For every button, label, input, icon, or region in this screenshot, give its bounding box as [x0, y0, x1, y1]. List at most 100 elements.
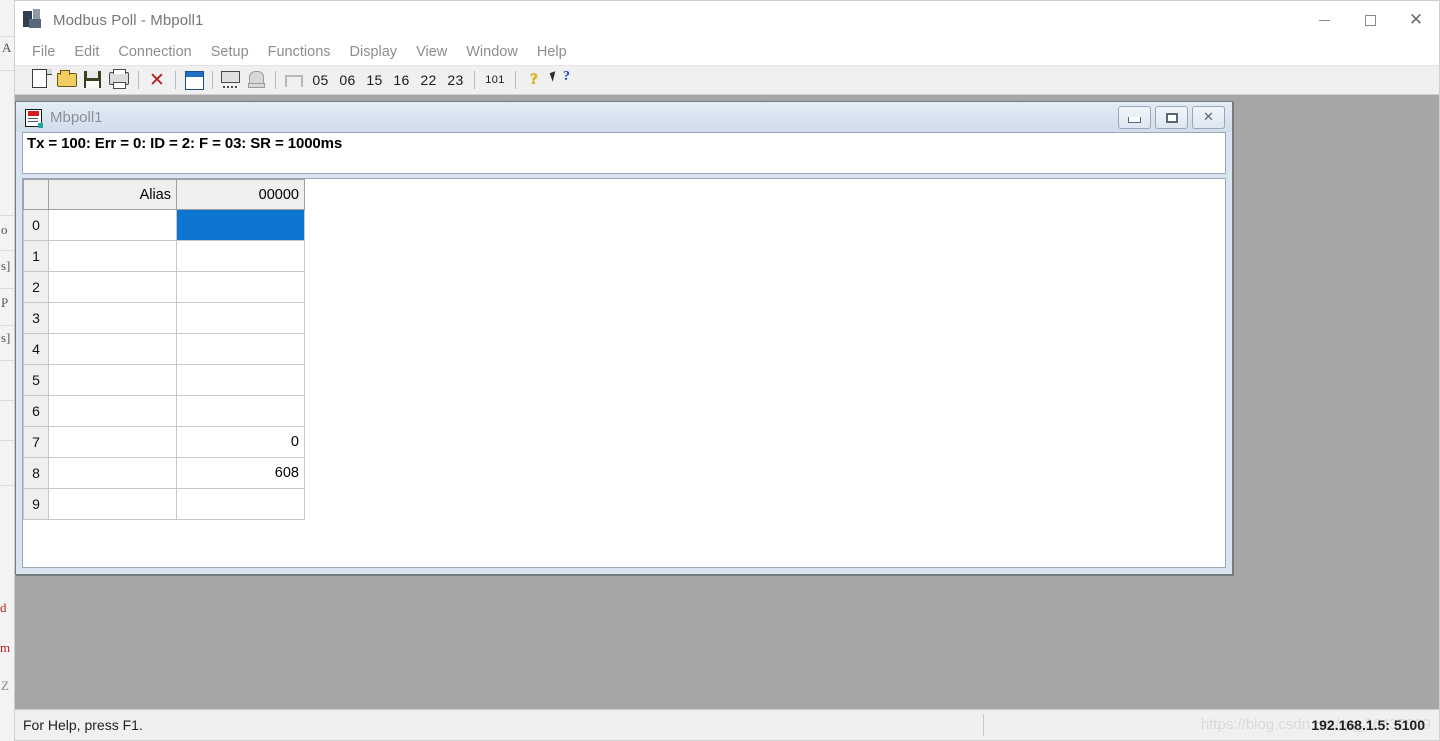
register-value-cell[interactable] [176, 488, 305, 520]
row-header[interactable]: 4 [23, 333, 49, 365]
background-window-left-strip: A o s] P s] d m Z [0, 0, 14, 741]
maximize-button[interactable] [1347, 1, 1393, 39]
toolbar-separator [515, 71, 516, 89]
menu-item-edit[interactable]: Edit [65, 42, 108, 62]
grid-corner-header [23, 179, 49, 210]
table-row: 4 [23, 333, 305, 365]
main-window: Modbus Poll - Mbpoll1 ✕ File Edit Connec… [14, 0, 1440, 741]
grid-column-header-00000[interactable]: 00000 [176, 179, 305, 210]
row-header[interactable]: 7 [23, 426, 49, 458]
row-header[interactable]: 0 [23, 209, 49, 241]
row-header[interactable]: 5 [23, 364, 49, 396]
modbus-poll-app-icon [23, 9, 45, 31]
save-icon[interactable] [81, 68, 107, 92]
bg-fragment: Z [1, 678, 9, 693]
table-row: 5 [23, 364, 305, 396]
read-write-definition-icon[interactable] [181, 68, 207, 92]
window-title: Modbus Poll - Mbpoll1 [53, 11, 204, 29]
function-05-button[interactable]: 05 [307, 69, 334, 91]
row-header[interactable]: 2 [23, 271, 49, 303]
pulse-icon[interactable] [281, 68, 307, 92]
function-16-button[interactable]: 16 [388, 69, 415, 91]
table-row: 1 [23, 240, 305, 272]
menu-item-setup[interactable]: Setup [202, 42, 258, 62]
print-icon[interactable] [107, 68, 133, 92]
register-value-cell[interactable]: 608 [176, 457, 305, 489]
alias-cell[interactable] [48, 240, 177, 272]
menu-item-connection[interactable]: Connection [109, 42, 200, 62]
toolbar-separator [212, 71, 213, 89]
alias-cell[interactable] [48, 302, 177, 334]
status-bar: For Help, press F1. https://blog.csdn.ne… [15, 709, 1439, 740]
menu-item-file[interactable]: File [23, 42, 64, 62]
toolbar-separator [175, 71, 176, 89]
function-23-button[interactable]: 23 [442, 69, 469, 91]
title-bar: Modbus Poll - Mbpoll1 ✕ [15, 1, 1439, 39]
mdi-child-window-mbpoll1: Mbpoll1 ✕ Tx = 100: Err = 0: ID = 2: F =… [15, 101, 1233, 575]
bg-fragment: o [1, 222, 8, 237]
alias-cell[interactable] [48, 364, 177, 396]
row-header[interactable]: 8 [23, 457, 49, 489]
alias-cell[interactable] [48, 209, 177, 241]
row-header[interactable]: 9 [23, 488, 49, 520]
alias-cell[interactable] [48, 271, 177, 303]
table-row: 0 [23, 209, 305, 241]
status-separator [983, 714, 984, 736]
register-value-cell[interactable] [176, 395, 305, 427]
toolbar-separator [275, 71, 276, 89]
menu-item-functions[interactable]: Functions [259, 42, 340, 62]
register-value-cell[interactable] [176, 364, 305, 396]
register-value-cell[interactable] [176, 240, 305, 272]
context-help-icon[interactable]: ? [547, 68, 573, 92]
close-button[interactable]: ✕ [1393, 1, 1439, 39]
menu-item-display[interactable]: Display [341, 42, 407, 62]
register-value-cell[interactable]: 0 [176, 426, 305, 458]
menu-item-help[interactable]: Help [528, 42, 576, 62]
register-value-cell[interactable] [176, 271, 305, 303]
register-value-cell-selected[interactable] [176, 209, 305, 241]
mdi-client-area: Mbpoll1 ✕ Tx = 100: Err = 0: ID = 2: F =… [15, 95, 1439, 709]
status-connection-text: 192.168.1.5: 5100 [1311, 717, 1425, 733]
document-doc-icon [24, 108, 43, 128]
menu-item-view[interactable]: View [407, 42, 456, 62]
mdi-minimize-button[interactable] [1118, 106, 1151, 129]
bg-fragment: s] [1, 330, 11, 345]
window-controls: ✕ [1301, 1, 1439, 39]
minimize-button[interactable] [1301, 1, 1347, 39]
mdi-window-title: Mbpoll1 [50, 108, 103, 126]
about-help-icon[interactable]: ? [521, 68, 547, 92]
poll-definition-icon[interactable] [218, 68, 244, 92]
mdi-close-button[interactable]: ✕ [1192, 106, 1225, 129]
function-15-button[interactable]: 15 [361, 69, 388, 91]
row-header[interactable]: 1 [23, 240, 49, 272]
menu-item-window[interactable]: Window [457, 42, 527, 62]
register-value-cell[interactable] [176, 302, 305, 334]
alias-cell[interactable] [48, 395, 177, 427]
function-22-button[interactable]: 22 [415, 69, 442, 91]
toolbar: ✕ 05 06 15 16 22 23 101 ? ? [15, 66, 1439, 95]
function-06-button[interactable]: 06 [334, 69, 361, 91]
alias-cell[interactable] [48, 488, 177, 520]
disconnect-icon[interactable]: ✕ [144, 68, 170, 92]
mdi-window-controls: ✕ [1118, 106, 1225, 129]
binary-101-button[interactable]: 101 [480, 69, 510, 91]
print-preview-icon[interactable] [244, 68, 270, 92]
table-row: 8 608 [23, 457, 305, 489]
bg-fragment: P [1, 295, 9, 310]
alias-cell[interactable] [48, 426, 177, 458]
open-icon[interactable] [55, 68, 81, 92]
new-icon[interactable] [29, 68, 55, 92]
table-row: 2 [23, 271, 305, 303]
row-header[interactable]: 3 [23, 302, 49, 334]
poll-status-text: Tx = 100: Err = 0: ID = 2: F = 03: SR = … [27, 135, 343, 152]
bg-fragment: d [0, 600, 7, 615]
register-value-cell[interactable] [176, 333, 305, 365]
register-grid: Alias 00000 0 1 2 3 4 5 6 7 0 8 608 9 [23, 179, 305, 520]
mdi-restore-button[interactable] [1155, 106, 1188, 129]
grid-column-header-alias[interactable]: Alias [48, 179, 177, 210]
alias-cell[interactable] [48, 333, 177, 365]
alias-cell[interactable] [48, 457, 177, 489]
toolbar-separator [138, 71, 139, 89]
grid-header-row: Alias 00000 [23, 179, 305, 210]
row-header[interactable]: 6 [23, 395, 49, 427]
